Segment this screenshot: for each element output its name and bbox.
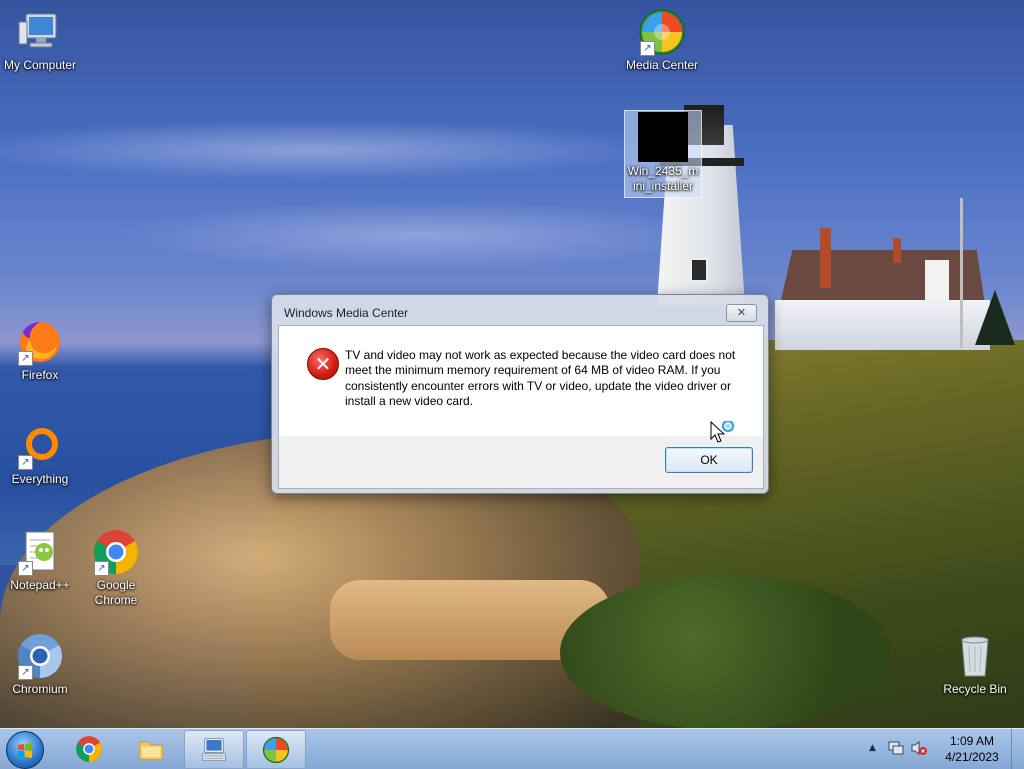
everything-search-icon: ↗ (16, 422, 64, 470)
desktop-icon-label: Firefox (21, 368, 59, 382)
wallpaper-house (775, 300, 990, 350)
chrome-icon: ↗ (92, 528, 140, 576)
desktop-icon-notepadpp[interactable]: ↗ Notepad++ (0, 528, 80, 593)
show-desktop-button[interactable] (1011, 729, 1024, 769)
taskbar-file-explorer[interactable] (122, 730, 180, 767)
clock[interactable]: 1:09 AM 4/21/2023 (934, 733, 1010, 765)
wallpaper-house-roof (780, 250, 985, 305)
wallpaper-cloud (0, 120, 660, 180)
network-icon[interactable] (888, 740, 904, 756)
chromium-icon: ↗ (16, 632, 64, 680)
wallpaper-chimney (820, 228, 831, 288)
shortcut-arrow-icon: ↗ (18, 455, 33, 470)
keyboard-app-icon (202, 738, 226, 761)
recycle-bin-icon (951, 632, 999, 680)
desktop-icon-firefox[interactable]: ↗ Firefox (0, 318, 80, 383)
firefox-icon: ↗ (16, 318, 64, 366)
desktop-icon-installer[interactable]: Win_2435_mini_installer (624, 110, 702, 198)
desktop-icon-label: Google Chrome (94, 578, 138, 607)
installer-icon (638, 112, 688, 162)
desktop-icon-label: Everything (11, 472, 69, 486)
desktop-icon-label: Recycle Bin (943, 682, 1007, 696)
desktop-icon-label: My Computer (3, 58, 77, 72)
dialog-title: Windows Media Center (284, 306, 409, 320)
dialog-message: TV and video may not work as expected be… (345, 348, 736, 408)
show-hidden-icons-button[interactable]: ▲ (869, 743, 876, 753)
desktop-icon-chrome[interactable]: ↗ Google Chrome (76, 528, 156, 608)
shortcut-arrow-icon: ↗ (18, 561, 33, 576)
computer-icon (16, 8, 64, 56)
system-tray: ▲ 1:09 AM 4/21/2023 (864, 729, 1024, 769)
wallpaper-chimney (893, 238, 901, 263)
desktop-icon-chromium[interactable]: ↗ Chromium (0, 632, 80, 697)
taskbar-chrome[interactable] (60, 730, 118, 767)
notepadpp-icon: ↗ (16, 528, 64, 576)
desktop-icon-everything[interactable]: ↗ Everything (0, 422, 80, 487)
file-explorer-icon (139, 741, 163, 760)
shortcut-arrow-icon: ↗ (18, 665, 33, 680)
wallpaper-cloud (120, 200, 720, 270)
error-icon: ✕ (307, 348, 339, 380)
taskbar: ▲ 1:09 AM 4/21/2023 (0, 728, 1024, 769)
taskbar-media-center[interactable] (246, 730, 306, 769)
shortcut-arrow-icon: ↗ (640, 41, 655, 56)
close-icon: ✕ (736, 306, 747, 319)
desktop-icon-label: Notepad++ (10, 578, 70, 592)
dialog-body: ✕ TV and video may not work as expected … (278, 325, 764, 489)
clock-time: 1:09 AM (949, 734, 995, 748)
desktop-icon-recycle-bin[interactable]: Recycle Bin (935, 632, 1015, 697)
wallpaper-lighthouse-window (690, 258, 708, 282)
clock-date: 4/21/2023 (945, 750, 999, 764)
start-button[interactable] (6, 731, 44, 769)
close-button[interactable]: ✕ (726, 304, 757, 322)
taskbar-keyboard-app[interactable] (184, 730, 244, 769)
media-center-icon (262, 736, 290, 764)
wallpaper-shrub (560, 575, 890, 728)
wallpaper-dormer (925, 260, 949, 300)
ok-button[interactable]: OK (665, 447, 753, 473)
desktop-icon-media-center[interactable]: ↗ Media Center (622, 8, 702, 73)
busy-cursor-icon (710, 419, 735, 443)
media-center-icon: ↗ (638, 8, 686, 56)
desktop-icon-label: Win_2435_mini_installer (627, 164, 699, 193)
chrome-icon (76, 736, 102, 762)
desktop-icon-label: Media Center (625, 58, 699, 72)
volume-muted-icon[interactable] (911, 740, 927, 756)
windows-logo-icon (18, 743, 32, 758)
desktop-icon-label: Chromium (12, 682, 68, 696)
desktop-icon-my-computer[interactable]: My Computer (0, 8, 80, 73)
shortcut-arrow-icon: ↗ (18, 351, 33, 366)
shortcut-arrow-icon: ↗ (94, 561, 109, 576)
error-dialog: Windows Media Center ✕ ✕ TV and video ma… (271, 294, 769, 494)
dialog-message-area: ✕ TV and video may not work as expected … (279, 326, 763, 436)
wallpaper-flagpole (960, 198, 963, 348)
